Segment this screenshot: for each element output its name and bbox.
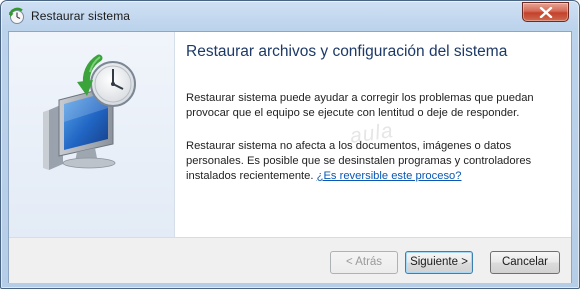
next-button[interactable]: Siguiente > (405, 251, 473, 274)
page-title: Restaurar archivos y configuración del s… (186, 43, 508, 60)
sidebar-banner (9, 32, 175, 237)
back-button[interactable]: < Atrás (330, 251, 398, 274)
system-restore-illustration-icon (43, 54, 136, 170)
close-button[interactable] (522, 2, 569, 22)
reversible-process-link[interactable]: ¿Es reversible este proceso? (317, 170, 462, 182)
system-restore-icon (8, 7, 24, 24)
button-bar: < Atrás Siguiente > Cancelar (9, 237, 571, 283)
cancel-button[interactable]: Cancelar (490, 251, 560, 274)
description-paragraph: Restaurar sistema puede ayudar a corregi… (186, 92, 534, 119)
title-bar[interactable]: Restaurar sistema (1, 1, 579, 31)
dialog-window: Restaurar sistema Restaurar archivos y c… (0, 0, 580, 289)
window-title: Restaurar sistema (31, 9, 131, 23)
dialog-body: Restaurar archivos y configuración del s… (8, 31, 572, 283)
content-area: Restaurar archivos y configuración del s… (175, 32, 571, 237)
close-icon (539, 7, 553, 18)
